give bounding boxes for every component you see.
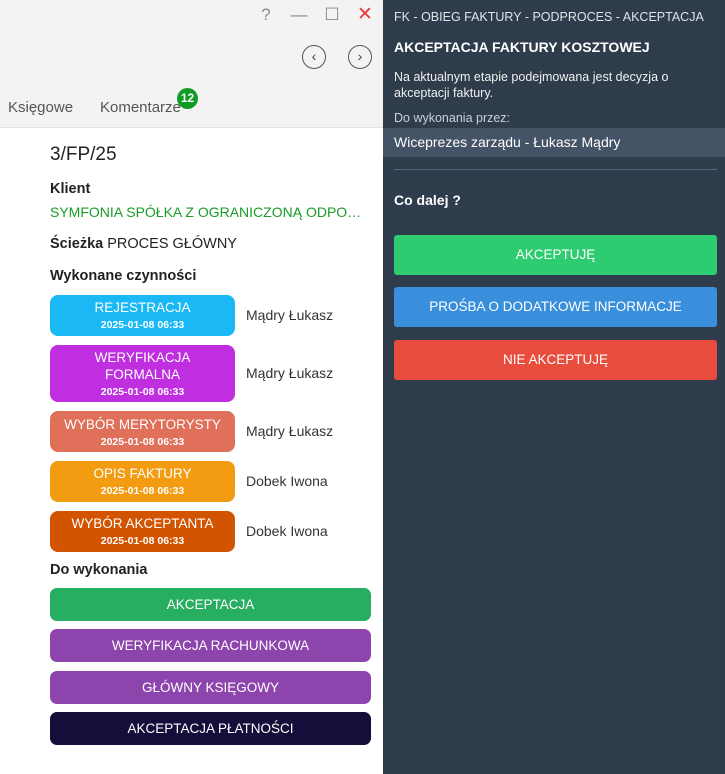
- maximize-icon[interactable]: ☐: [321, 4, 343, 26]
- done-step-date: 2025-01-08 06:33: [100, 386, 185, 398]
- breadcrumb: FK - OBIEG FAKTURY - PODPROCES - AKCEPTA…: [394, 10, 704, 24]
- accept-button[interactable]: AKCEPTUJĘ: [394, 235, 717, 275]
- comments-count-badge: 12: [177, 88, 198, 109]
- chevron-left-icon[interactable]: ‹: [302, 45, 326, 69]
- client-label: Klient: [50, 181, 91, 197]
- todo-step-weryfikacja-rachunkowa[interactable]: WERYFIKACJA RACHUNKOWA: [50, 629, 371, 662]
- done-steps-label: Wykonane czynności: [50, 268, 197, 284]
- page-title: AKCEPTACJA FAKTURY KOSZTOWEJ: [394, 39, 650, 55]
- close-icon[interactable]: ✕: [354, 4, 376, 26]
- next-steps-label: Co dalej ?: [394, 192, 461, 208]
- tab-komentarze[interactable]: Komentarze: [100, 99, 181, 116]
- todo-step-glowny-ksiegowy[interactable]: GŁÓWNY KSIĘGOWY: [50, 671, 371, 704]
- done-step-title: WYBÓR MERYTORYSTY: [64, 417, 221, 432]
- assignee-label: Do wykonania przez:: [394, 111, 511, 125]
- done-step-date: 2025-01-08 06:33: [100, 319, 185, 331]
- tab-ksiegowe[interactable]: Księgowe: [8, 99, 73, 116]
- done-step-title: WYBÓR AKCEPTANTA: [71, 516, 214, 531]
- done-step-title: WERYFIKACJA FORMALNA: [94, 350, 191, 382]
- stage-description: Na aktualnym etapie podejmowana jest dec…: [394, 70, 669, 100]
- done-step-user: Mądry Łukasz: [246, 365, 334, 381]
- task-details-panel: ? — ☐ ✕ ‹ › Księgowe Komentarze 12 3/FP/…: [0, 0, 383, 774]
- client-name-link[interactable]: SYMFONIA SPÓŁKA Z OGRANICZONĄ ODPOWIEDZI…: [50, 204, 368, 220]
- done-step-user: Mądry Łukasz: [246, 307, 334, 323]
- help-icon[interactable]: ?: [255, 4, 277, 26]
- done-step-date: 2025-01-08 06:33: [100, 436, 185, 448]
- decision-panel: FK - OBIEG FAKTURY - PODPROCES - AKCEPTA…: [383, 0, 725, 774]
- done-step-title: REJESTRACJA: [94, 300, 191, 315]
- todo-step-akceptacja[interactable]: AKCEPTACJA: [50, 588, 371, 621]
- done-step-date: 2025-01-08 06:33: [100, 485, 185, 497]
- done-step-wybor-akceptanta[interactable]: WYBÓR AKCEPTANTA 2025-01-08 06:33: [50, 511, 235, 552]
- done-step-user: Dobek Iwona: [246, 473, 328, 489]
- done-step-date: 2025-01-08 06:33: [100, 535, 185, 547]
- todo-step-akceptacja-platnosci[interactable]: AKCEPTACJA PŁATNOŚCI: [50, 712, 371, 745]
- divider: [394, 169, 717, 170]
- reject-button[interactable]: NIE AKCEPTUJĘ: [394, 340, 717, 380]
- minimize-icon[interactable]: —: [288, 4, 310, 26]
- document-number: 3/FP/25: [50, 144, 117, 165]
- done-step-weryfikacja-formalna[interactable]: WERYFIKACJA FORMALNA 2025-01-08 06:33: [50, 345, 235, 402]
- assignee-value: Wiceprezes zarządu - Łukasz Mądry: [383, 128, 725, 157]
- path-value: PROCES GŁÓWNY: [107, 236, 237, 252]
- done-step-title: OPIS FAKTURY: [93, 466, 192, 481]
- done-step-wybor-merytorysty[interactable]: WYBÓR MERYTORYSTY 2025-01-08 06:33: [50, 411, 235, 452]
- chevron-right-icon[interactable]: ›: [348, 45, 372, 69]
- path-row: Ścieżka PROCES GŁÓWNY: [50, 236, 237, 252]
- done-step-opis-faktury[interactable]: OPIS FAKTURY 2025-01-08 06:33: [50, 461, 235, 502]
- todo-steps-label: Do wykonania: [50, 562, 148, 578]
- done-step-user: Mądry Łukasz: [246, 423, 334, 439]
- request-info-button[interactable]: PROŚBA O DODATKOWE INFORMACJE: [394, 287, 717, 327]
- done-step-user: Dobek Iwona: [246, 523, 328, 539]
- top-bar: ? — ☐ ✕ ‹ › Księgowe Komentarze 12: [0, 0, 383, 128]
- done-step-rejestracja[interactable]: REJESTRACJA 2025-01-08 06:33: [50, 295, 235, 336]
- path-label: Ścieżka: [50, 236, 104, 252]
